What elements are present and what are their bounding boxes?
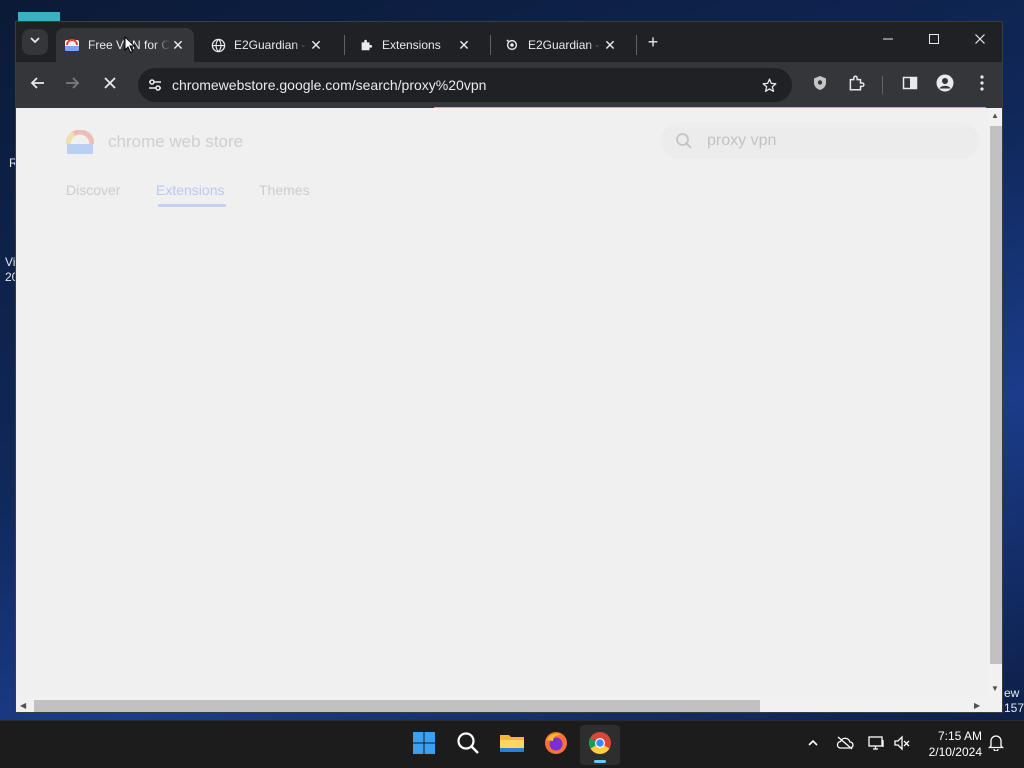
profile-button[interactable] bbox=[931, 71, 959, 99]
network-tray-button[interactable] bbox=[867, 735, 887, 755]
tab-separator bbox=[490, 35, 491, 55]
close-icon bbox=[103, 76, 117, 95]
store-search-input[interactable]: proxy vpn bbox=[661, 123, 979, 159]
new-tab-button[interactable]: + bbox=[640, 29, 666, 55]
tab-e2guardian-2[interactable]: E2Guardian - Access Denied ✕ bbox=[496, 28, 626, 62]
tab-e2guardian-1[interactable]: E2Guardian - Access Denied ✕ bbox=[202, 28, 332, 62]
taskbar-search-button[interactable] bbox=[448, 725, 488, 765]
notifications-button[interactable] bbox=[986, 735, 1006, 755]
horizontal-scrollbar[interactable]: ◀ ▶ bbox=[16, 698, 988, 712]
close-tab-icon[interactable]: ✕ bbox=[308, 37, 324, 53]
close-tab-icon[interactable]: ✕ bbox=[602, 37, 618, 53]
arrow-right-icon bbox=[64, 75, 80, 96]
horizontal-scroll-thumb[interactable] bbox=[34, 700, 760, 712]
e2guardian-icon bbox=[504, 37, 520, 53]
close-tab-icon[interactable]: ✕ bbox=[170, 37, 186, 53]
cloud-offline-icon bbox=[836, 736, 854, 755]
volume-tray-button[interactable] bbox=[892, 734, 912, 756]
bell-icon bbox=[987, 734, 1005, 756]
close-icon bbox=[974, 32, 986, 50]
shield-icon bbox=[812, 75, 828, 96]
globe-icon bbox=[210, 37, 226, 53]
tab-extensions[interactable]: Extensions ✕ bbox=[350, 28, 480, 62]
chrome-menu-button[interactable] bbox=[968, 71, 996, 99]
puzzle-icon bbox=[847, 74, 865, 97]
tab-title: Extensions bbox=[382, 38, 441, 52]
scroll-up-icon[interactable]: ▲ bbox=[991, 111, 999, 120]
avatar-icon bbox=[936, 74, 954, 97]
plus-icon: + bbox=[647, 31, 659, 52]
file-explorer-icon bbox=[499, 732, 525, 759]
chrome-icon bbox=[588, 731, 612, 760]
chevron-down-icon bbox=[29, 33, 41, 51]
taskbar: 7:15 AM 2/10/2024 bbox=[0, 720, 1024, 768]
start-icon bbox=[412, 731, 436, 760]
site-settings-icon[interactable] bbox=[138, 77, 172, 93]
search-icon bbox=[456, 731, 480, 760]
tab-separator bbox=[344, 35, 345, 55]
nav-selected-indicator bbox=[158, 204, 226, 207]
show-hidden-icons-button[interactable] bbox=[803, 735, 823, 755]
clock-time: 7:15 AM bbox=[937, 729, 982, 743]
extension-shield-button[interactable] bbox=[806, 71, 834, 99]
scrollbar-corner bbox=[988, 698, 1002, 712]
puzzle-icon bbox=[358, 37, 374, 53]
desktop-text-fragment: 157 bbox=[1004, 701, 1024, 715]
search-value[interactable]: proxy vpn bbox=[707, 132, 776, 150]
search-icon bbox=[661, 132, 707, 150]
chevron-up-icon bbox=[807, 736, 819, 754]
desktop-text-fragment: ew bbox=[1004, 686, 1020, 700]
maximize-icon bbox=[928, 32, 940, 50]
stop-loading-button[interactable] bbox=[96, 71, 124, 99]
page-content: chrome web store proxy vpn Discover Exte… bbox=[16, 108, 988, 698]
nav-extensions[interactable]: Extensions bbox=[156, 182, 224, 198]
vertical-scroll-thumb[interactable] bbox=[990, 126, 1002, 664]
tab-title: E2Guardian - Access Denied bbox=[234, 38, 308, 52]
address-bar[interactable]: chromewebstore.google.com/search/proxy%2… bbox=[138, 68, 792, 102]
file-explorer-button[interactable] bbox=[492, 725, 532, 765]
chrome-window: Free VPN for Chrome ✕ E2Guardian - Acces… bbox=[15, 21, 1003, 713]
chrome-web-store-icon bbox=[64, 37, 80, 53]
nav-themes[interactable]: Themes bbox=[259, 182, 310, 198]
minimize-button[interactable] bbox=[865, 22, 911, 60]
active-app-indicator bbox=[594, 760, 606, 763]
bookmark-star-icon[interactable] bbox=[754, 77, 784, 94]
toolbar-separator bbox=[882, 76, 883, 94]
desktop-text-fragment: Vi bbox=[5, 255, 16, 269]
tab-strip: Free VPN for Chrome ✕ E2Guardian - Acces… bbox=[16, 22, 1002, 62]
vertical-scrollbar[interactable]: ▲ ▼ bbox=[988, 108, 1002, 698]
back-button[interactable] bbox=[24, 71, 52, 99]
arrow-left-icon bbox=[30, 75, 46, 96]
mouse-cursor-icon bbox=[124, 35, 136, 59]
volume-muted-icon bbox=[893, 734, 911, 756]
scroll-right-icon[interactable]: ▶ bbox=[974, 701, 980, 710]
close-tab-icon[interactable]: ✕ bbox=[456, 37, 472, 53]
onedrive-tray-button[interactable] bbox=[835, 735, 855, 755]
tab-search-button[interactable] bbox=[22, 29, 48, 55]
forward-button[interactable] bbox=[58, 71, 86, 99]
extensions-button[interactable] bbox=[842, 71, 870, 99]
tab-title: E2Guardian - Access Denied bbox=[528, 38, 602, 52]
url-text[interactable]: chromewebstore.google.com/search/proxy%2… bbox=[172, 77, 754, 93]
scroll-left-icon[interactable]: ◀ bbox=[20, 701, 26, 710]
maximize-button[interactable] bbox=[911, 22, 957, 60]
tab-separator bbox=[636, 35, 637, 55]
taskbar-clock[interactable]: 7:15 AM 2/10/2024 bbox=[918, 728, 982, 760]
minimize-icon bbox=[882, 32, 894, 50]
more-vertical-icon bbox=[980, 74, 984, 96]
start-button[interactable] bbox=[404, 725, 444, 765]
nav-discover[interactable]: Discover bbox=[66, 182, 120, 198]
chrome-web-store-logo-icon bbox=[65, 129, 95, 156]
chrome-taskbar-button[interactable] bbox=[580, 725, 620, 765]
close-window-button[interactable] bbox=[957, 22, 1002, 60]
clock-date: 2/10/2024 bbox=[928, 745, 982, 759]
browser-toolbar: chromewebstore.google.com/search/proxy%2… bbox=[16, 62, 1002, 108]
firefox-icon bbox=[544, 731, 568, 760]
store-title: chrome web store bbox=[108, 132, 244, 151]
network-icon bbox=[868, 735, 886, 756]
firefox-button[interactable] bbox=[536, 725, 576, 765]
scroll-down-icon[interactable]: ▼ bbox=[991, 684, 999, 693]
side-panel-button[interactable] bbox=[896, 71, 924, 99]
side-panel-icon bbox=[902, 75, 918, 96]
